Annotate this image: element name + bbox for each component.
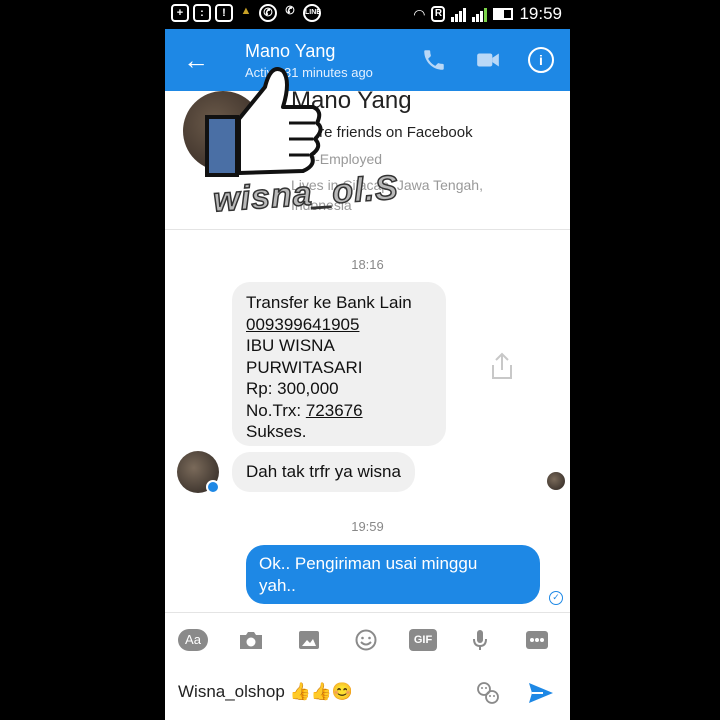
status-time: 19:59 xyxy=(519,4,562,23)
more-icon[interactable] xyxy=(523,629,551,651)
wifi-icon: ◠ xyxy=(413,5,426,22)
phone-screen: + : ! ▲ ✆ ✆ LINE ◠ R 19:59 ← Mano Yang A… xyxy=(165,0,570,720)
system-icons: ◠ R 19:59 xyxy=(413,4,562,24)
notification-icons: + : ! ▲ ✆ ✆ LINE xyxy=(171,4,321,22)
text-format-button[interactable]: Aa xyxy=(178,629,208,651)
message-line: PURWITASARI xyxy=(246,357,363,377)
clean-icon: ▲ xyxy=(240,5,252,17)
signal-icon xyxy=(451,6,467,22)
emoji-icon[interactable] xyxy=(352,629,380,651)
info-icon[interactable]: i xyxy=(528,47,554,73)
message-line: Sukses. xyxy=(246,422,307,441)
delivered-check-icon: ✓ xyxy=(549,591,563,605)
video-camera-icon[interactable] xyxy=(475,47,501,73)
trx-label: No.Trx: xyxy=(246,400,302,420)
message-line: yah.. xyxy=(259,576,296,595)
composer-toolbar: Aa GIF xyxy=(165,612,570,667)
seen-avatar xyxy=(547,472,565,490)
message-bubble-received[interactable]: Transfer ke Bank Lain 009399641905 IBU W… xyxy=(232,282,446,446)
timestamp: 18:16 xyxy=(351,257,384,272)
battery-icon xyxy=(493,8,514,20)
profile-card: Mano Yang You're friends on Facebook Sel… xyxy=(165,67,570,230)
share-icon[interactable] xyxy=(489,352,515,380)
sticker-icon[interactable] xyxy=(475,680,501,706)
message-line: Transfer ke Bank Lain xyxy=(246,293,412,312)
timestamp: 19:59 xyxy=(351,519,384,534)
roaming-icon: R xyxy=(431,6,446,22)
message-bubble-received[interactable]: Dah tak trfr ya wisna xyxy=(232,452,415,492)
send-icon[interactable] xyxy=(527,680,555,706)
signal-2-icon xyxy=(472,6,488,22)
gif-button[interactable]: GIF xyxy=(409,629,437,651)
bbm-icon: : xyxy=(193,4,211,22)
message-bubble-sent[interactable]: Ok.. Pengiriman usai minggu yah.. xyxy=(246,545,540,604)
message-line: Rp: 300,000 xyxy=(246,379,339,398)
messenger-badge-icon xyxy=(206,480,220,494)
camera-icon[interactable] xyxy=(237,629,265,651)
message-line: IBU WISNA xyxy=(246,336,335,355)
message-line: Ok.. Pengiriman usai minggu xyxy=(259,554,478,573)
image-icon[interactable] xyxy=(295,629,323,651)
trx-number-link[interactable]: 723676 xyxy=(306,401,363,420)
status-bar: + : ! ▲ ✆ ✆ LINE ◠ R 19:59 xyxy=(165,0,570,29)
add-icon: + xyxy=(171,4,189,22)
line-icon: LINE xyxy=(303,4,321,22)
microphone-icon[interactable] xyxy=(466,629,494,651)
message-line: No.Trx: 723676 xyxy=(246,400,432,422)
missed-call-icon: ✆ xyxy=(285,5,295,17)
phone-icon[interactable] xyxy=(421,47,447,73)
message-input-row: Wisna_olshop 👍👍😊 xyxy=(165,666,570,720)
whatsapp-icon: ✆ xyxy=(259,4,277,22)
alert-icon: ! xyxy=(215,4,233,22)
account-number-link[interactable]: 009399641905 xyxy=(246,314,432,336)
thumbs-up-icon xyxy=(205,67,323,177)
message-input[interactable]: Wisna_olshop 👍👍😊 xyxy=(178,682,353,702)
